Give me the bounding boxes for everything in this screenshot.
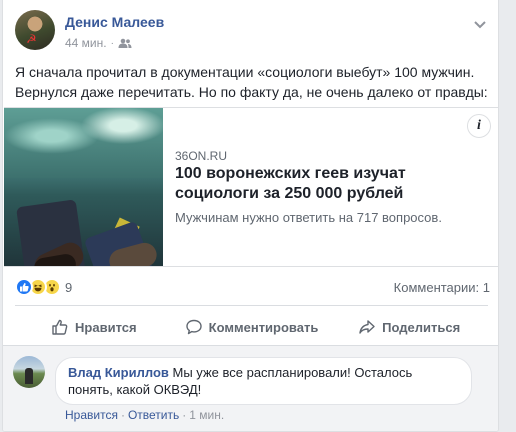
divider <box>15 305 488 306</box>
comments-count[interactable]: Комментарии: 1 <box>394 280 490 295</box>
reactions-summary[interactable]: 9 <box>15 278 72 296</box>
friends-icon[interactable] <box>118 38 132 48</box>
comment-reply-link[interactable]: Ответить <box>128 408 179 422</box>
like-button[interactable]: Нравится <box>15 310 173 344</box>
comment-actions: Нравится · Ответить · 1 мин. <box>65 408 224 422</box>
post-actions: Нравится Комментировать Поделиться <box>15 310 488 344</box>
link-source: 36ON.RU <box>175 149 228 163</box>
hammer-sickle-icon: ☭ <box>26 32 37 46</box>
like-button-label: Нравится <box>75 319 137 335</box>
comment-button[interactable]: Комментировать <box>173 310 331 344</box>
post-text: Я сначала прочитал в документации «социо… <box>15 64 488 100</box>
comment-icon <box>185 319 202 335</box>
comment-button-label: Комментировать <box>208 319 319 335</box>
comment-separator: · <box>120 408 125 422</box>
comment-like-link[interactable]: Нравится <box>65 408 118 422</box>
comment-author[interactable]: Влад Кириллов <box>68 365 169 380</box>
share-button-label: Поделиться <box>382 319 461 335</box>
post-author[interactable]: Денис Малеев <box>65 14 164 30</box>
comment-time[interactable]: 1 мин. <box>189 408 224 422</box>
post-meta: 44 мин. · <box>65 36 132 50</box>
post-card: ☭ Денис Малеев 44 мин. · Я сначала прочи… <box>2 0 499 432</box>
like-icon <box>15 278 33 296</box>
comment-separator: · <box>182 408 187 422</box>
comments-section: Влад Кириллов Мы уже все распланировали!… <box>3 345 498 431</box>
comment-bubble: Влад Кириллов Мы уже все распланировали!… <box>55 357 472 405</box>
link-preview[interactable]: i 36ON.RU 100 воронежских геев изучат со… <box>4 107 498 267</box>
post-options-chevron-icon[interactable] <box>472 16 488 32</box>
meta-separator: · <box>110 37 114 49</box>
share-button[interactable]: Поделиться <box>330 310 488 344</box>
link-description: Мужчинам нужно ответить на 717 вопросов. <box>175 210 442 225</box>
link-headline[interactable]: 100 воронежских геев изучат социологи за… <box>175 164 475 204</box>
thumbs-up-icon <box>52 319 68 335</box>
info-icon[interactable]: i <box>467 114 491 138</box>
link-preview-body[interactable]: i 36ON.RU 100 воронежских геев изучат со… <box>163 108 498 266</box>
link-preview-image[interactable] <box>4 108 163 266</box>
commenter-avatar[interactable] <box>13 356 45 388</box>
reactions-count[interactable]: 9 <box>65 280 72 295</box>
post-time[interactable]: 44 мин. <box>65 36 107 50</box>
author-avatar[interactable]: ☭ <box>15 10 55 50</box>
share-icon <box>359 320 375 334</box>
